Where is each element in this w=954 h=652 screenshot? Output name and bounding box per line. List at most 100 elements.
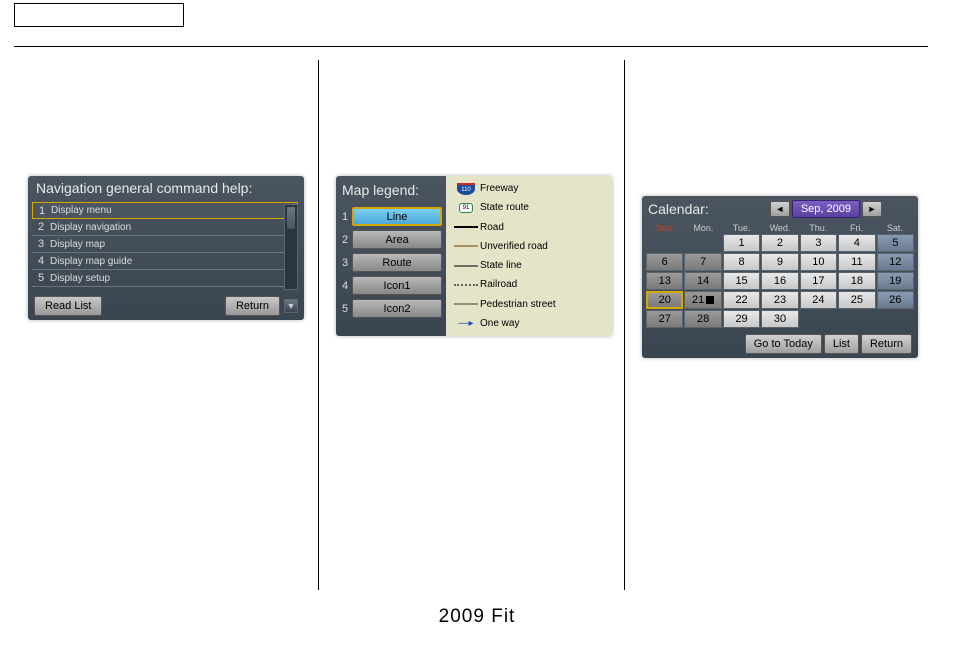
calendar-day-head: Wed. xyxy=(761,222,799,234)
nav-row-1[interactable]: 1Display menu xyxy=(32,202,298,219)
legend-item-label: Railroad xyxy=(480,279,517,290)
nav-row-num: 3 xyxy=(32,238,50,250)
calendar-cell[interactable]: 29 xyxy=(723,310,760,328)
calendar-day-head: Thu. xyxy=(799,222,837,234)
legend-item-label: Pedestrian street xyxy=(480,299,556,310)
legend-swatch-icon: 110 xyxy=(452,183,480,195)
nav-row-num: 2 xyxy=(32,221,50,233)
legend-swatch-icon xyxy=(452,284,480,286)
legend-tab-icon1[interactable]: Icon1 xyxy=(352,276,442,295)
calendar-cell[interactable]: 8 xyxy=(723,253,760,271)
calendar-cell[interactable]: 11 xyxy=(838,253,875,271)
nav-row-num: 4 xyxy=(32,255,50,267)
nav-row-num: 5 xyxy=(32,272,50,284)
legend-items-panel: 110Freeway 91State route Road Unverified ro… xyxy=(446,176,612,336)
calendar-cell[interactable]: 24 xyxy=(800,291,837,309)
line-swatch-icon xyxy=(454,226,478,228)
list-button[interactable]: List xyxy=(824,334,859,354)
line-swatch-icon xyxy=(454,265,478,267)
calendar-cell[interactable]: 6 xyxy=(646,253,683,271)
return-button[interactable]: Return xyxy=(225,296,280,316)
legend-item-label: State route xyxy=(480,202,529,213)
calendar-return-button[interactable]: Return xyxy=(861,334,912,354)
legend-swatch-icon xyxy=(452,265,480,267)
calendar-panel: Calendar: ◄ Sep, 2009 ► Sun.Mon.Tue.Wed.… xyxy=(642,196,918,358)
legend-tab-num: 1 xyxy=(338,211,352,223)
horizontal-divider xyxy=(14,46,928,47)
nav-row-3[interactable]: 3Display map xyxy=(32,236,298,253)
nav-row-label: Display setup xyxy=(50,273,110,284)
legend-item: Pedestrian street xyxy=(452,296,606,313)
nav-row-label: Display map guide xyxy=(50,256,132,267)
legend-tab-area[interactable]: Area xyxy=(352,230,442,249)
calendar-note-icon xyxy=(706,296,714,304)
legend-tab-line[interactable]: Line xyxy=(352,207,442,226)
calendar-cell[interactable]: 3 xyxy=(800,234,837,252)
legend-item: Unverified road xyxy=(452,238,606,255)
calendar-cell[interactable]: 1 xyxy=(723,234,760,252)
legend-item: 91State route xyxy=(452,199,606,216)
calendar-cell[interactable]: 14 xyxy=(684,272,721,290)
calendar-cell[interactable]: 19 xyxy=(877,272,914,290)
legend-tab-route[interactable]: Route xyxy=(352,253,442,272)
column-divider-1 xyxy=(318,60,319,590)
nav-row-5[interactable]: 5Display setup xyxy=(32,270,298,287)
calendar-cell[interactable]: 25 xyxy=(838,291,875,309)
calendar-cell[interactable]: 7 xyxy=(684,253,721,271)
calendar-cell[interactable]: 30 xyxy=(761,310,798,328)
map-legend-panel: Map legend: 1Line2Area3Route4Icon15Icon2… xyxy=(336,176,612,336)
calendar-cell[interactable]: 22 xyxy=(723,291,760,309)
calendar-cell[interactable]: 17 xyxy=(800,272,837,290)
legend-tab-row: 5Icon2 xyxy=(338,298,442,319)
legend-tab-num: 4 xyxy=(338,280,352,292)
calendar-month-label: Sep, 2009 xyxy=(792,200,860,218)
nav-row-label: Display menu xyxy=(51,205,112,216)
calendar-header: Calendar: ◄ Sep, 2009 ► xyxy=(642,196,918,222)
nav-row-4[interactable]: 4Display map guide xyxy=(32,253,298,270)
calendar-title: Calendar: xyxy=(648,201,709,217)
calendar-cell[interactable]: 18 xyxy=(838,272,875,290)
nav-row-2[interactable]: 2Display navigation xyxy=(32,219,298,236)
calendar-cell-empty xyxy=(646,234,683,252)
header-box xyxy=(14,3,184,27)
navigation-help-panel: Navigation general command help: 1Displa… xyxy=(28,176,304,320)
nav-list: 1Display menu2Display navigation3Display… xyxy=(28,202,304,287)
column-divider-2 xyxy=(624,60,625,590)
dotted-line-icon xyxy=(454,284,478,286)
calendar-cell[interactable]: 9 xyxy=(761,253,798,271)
calendar-cell[interactable]: 13 xyxy=(646,272,683,290)
legend-tab-icon2[interactable]: Icon2 xyxy=(352,299,442,318)
nav-scrollbar[interactable] xyxy=(284,204,298,290)
calendar-grid: 1234567891011121314151617181920212223242… xyxy=(642,234,918,328)
calendar-day-head: Sun. xyxy=(646,222,684,234)
legend-tab-num: 5 xyxy=(338,303,352,315)
calendar-cell-empty xyxy=(877,310,914,328)
legend-item-label: State line xyxy=(480,260,522,271)
legend-swatch-icon xyxy=(452,245,480,247)
calendar-cell[interactable]: 15 xyxy=(723,272,760,290)
prev-month-button[interactable]: ◄ xyxy=(770,201,790,217)
calendar-day-heads: Sun.Mon.Tue.Wed.Thu.Fri.Sat. xyxy=(642,222,918,234)
read-list-button[interactable]: Read List xyxy=(34,296,102,316)
calendar-cell[interactable]: 2 xyxy=(761,234,798,252)
next-month-button[interactable]: ► xyxy=(862,201,882,217)
calendar-cell[interactable]: 26 xyxy=(877,291,914,309)
legend-item-label: Freeway xyxy=(480,183,518,194)
calendar-cell[interactable]: 12 xyxy=(877,253,914,271)
calendar-cell[interactable]: 28 xyxy=(684,310,721,328)
calendar-cell[interactable]: 10 xyxy=(800,253,837,271)
calendar-cell[interactable]: 21 xyxy=(684,291,721,309)
calendar-cell[interactable]: 5 xyxy=(877,234,914,252)
calendar-cell[interactable]: 20 xyxy=(646,291,683,309)
calendar-cell[interactable]: 16 xyxy=(761,272,798,290)
go-to-today-button[interactable]: Go to Today xyxy=(745,334,822,354)
calendar-cell[interactable]: 23 xyxy=(761,291,798,309)
calendar-month-nav: ◄ Sep, 2009 ► xyxy=(770,200,882,218)
legend-item: 110Freeway xyxy=(452,180,606,197)
calendar-cell-empty xyxy=(684,234,721,252)
line-swatch-icon xyxy=(454,245,478,247)
calendar-cell[interactable]: 4 xyxy=(838,234,875,252)
legend-item: Road xyxy=(452,219,606,236)
calendar-cell[interactable]: 27 xyxy=(646,310,683,328)
scroll-down-icon[interactable]: ▼ xyxy=(284,299,298,313)
